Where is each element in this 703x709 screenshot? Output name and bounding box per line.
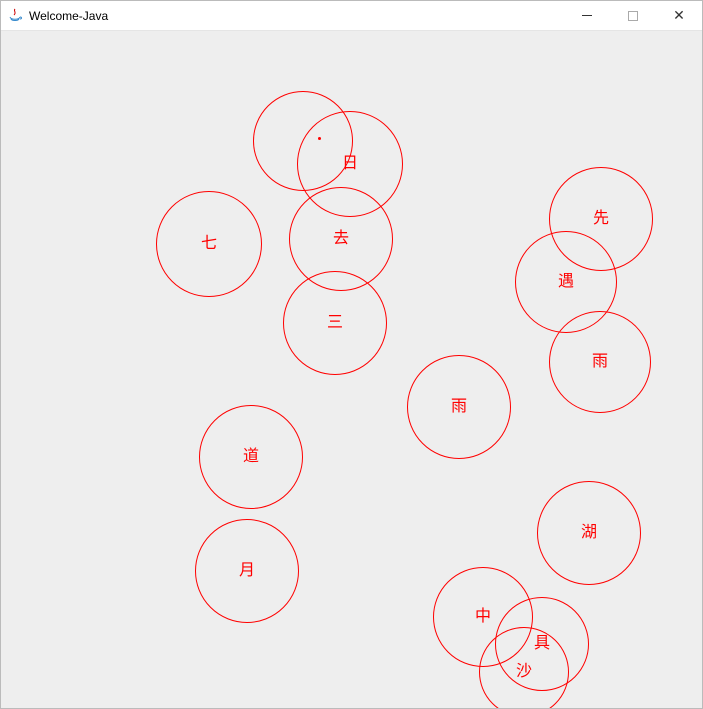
bubble-label: 雨 (451, 399, 467, 415)
bubble-label: 先 (593, 211, 609, 227)
bubble-yu3: 雨 (407, 355, 511, 459)
bubble-label: 雨 (592, 354, 608, 370)
maximize-button[interactable] (610, 1, 656, 31)
bubble-hu: 湖 (537, 481, 641, 585)
bubble-empty (253, 91, 353, 191)
java-app-icon (7, 8, 23, 24)
bubble-qi: 七 (156, 191, 262, 297)
dot-marker (318, 137, 321, 140)
bubble-label: 中 (475, 609, 491, 625)
bubble-sha: 沙 (479, 627, 569, 708)
bubble-label: 三 (327, 315, 343, 331)
bubble-label: 沙 (516, 664, 532, 680)
bubble-dao: 道 (199, 405, 303, 509)
bubble-san: 三 (283, 271, 387, 375)
minimize-button[interactable] (564, 1, 610, 31)
bubble-label: 遇 (558, 274, 574, 290)
bubble-yue: 月 (195, 519, 299, 623)
titlebar[interactable]: Welcome-Java ✕ (1, 1, 702, 31)
bubble-label: 湖 (581, 525, 597, 541)
app-window: Welcome-Java ✕ 日去七三先遇雨雨道月湖中具沙 (0, 0, 703, 709)
bubble-yu2: 雨 (549, 311, 651, 413)
close-button[interactable]: ✕ (656, 1, 702, 31)
bubble-label: 道 (243, 449, 259, 465)
window-title: Welcome-Java (29, 9, 108, 23)
bubble-label: 去 (333, 231, 349, 247)
bubble-label: 七 (201, 236, 217, 252)
canvas-area[interactable]: 日去七三先遇雨雨道月湖中具沙 (1, 31, 702, 708)
bubble-label: 月 (239, 563, 255, 579)
